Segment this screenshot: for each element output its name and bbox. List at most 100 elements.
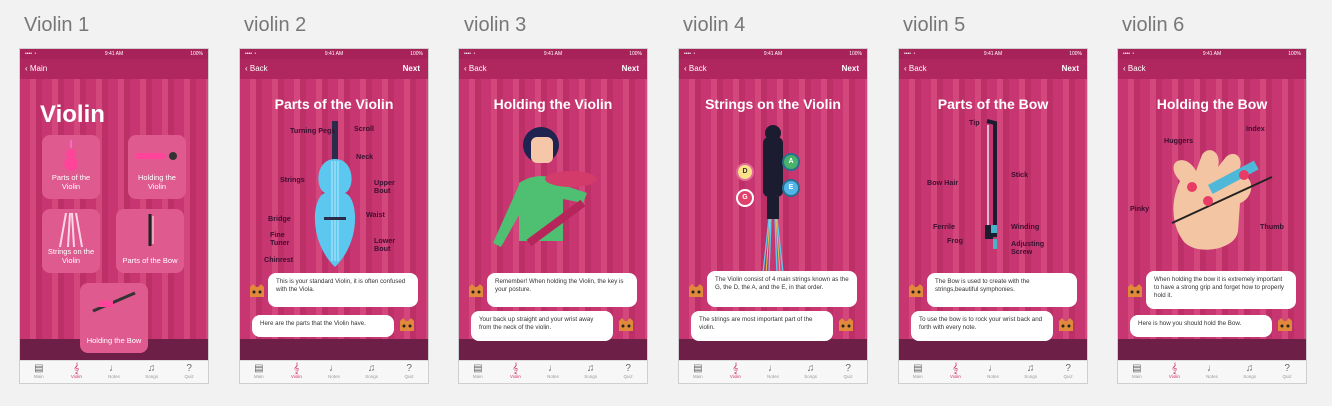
back-button[interactable]: ‹ Back: [1123, 64, 1146, 73]
violin-tab-icon: 𝄞: [952, 363, 959, 374]
tab-main[interactable]: ▤ Main: [459, 361, 497, 383]
note-d-badge[interactable]: D: [736, 163, 754, 181]
tab-quiz[interactable]: ? Quiz: [1049, 361, 1087, 383]
note-g-badge[interactable]: G: [736, 189, 754, 207]
tab-quiz[interactable]: ? Quiz: [390, 361, 428, 383]
tab-label: Violin: [70, 374, 82, 379]
tab-songs[interactable]: ♫ Songs: [133, 361, 171, 383]
tab-label: Quiz: [1282, 374, 1292, 379]
violin-tab-icon: 𝄞: [512, 363, 519, 374]
back-button[interactable]: ‹ Back: [684, 64, 707, 73]
note-a-badge[interactable]: A: [782, 153, 800, 171]
tile-label: Parts of the Bow: [122, 256, 178, 265]
tab-quiz[interactable]: ? Quiz: [829, 361, 867, 383]
tab-quiz[interactable]: ? Quiz: [609, 361, 647, 383]
screen-holding-violin: Holding the Violin Remember! When holdin…: [458, 48, 648, 384]
tab-label: Notes: [1206, 374, 1218, 379]
tab-label: Quiz: [623, 374, 633, 379]
music-icon: ♫: [367, 363, 376, 374]
tile-holding-violin[interactable]: Holding the Violin: [128, 135, 186, 199]
next-button[interactable]: Next: [1062, 64, 1079, 73]
cat-mascot-icon: [469, 284, 483, 297]
tab-violin[interactable]: 𝄞 Violin: [58, 361, 96, 383]
label-strings: Strings: [280, 175, 305, 184]
tab-bar: ▤ Main 𝄞 Violin ♩ Notes ♫ Songs ? Quiz: [679, 360, 867, 383]
tile-holding-bow[interactable]: Holding the Bow: [80, 283, 148, 353]
tab-label: Songs: [365, 374, 378, 379]
label-neck: Neck: [356, 152, 374, 161]
tab-bar: ▤ Main 𝄞 Violin ♩ Notes ♫ Songs ? Quiz: [899, 360, 1087, 383]
tab-quiz[interactable]: ? Quiz: [170, 361, 208, 383]
question-icon: ?: [1284, 363, 1290, 374]
page-indicator[interactable]: ● ● ● ● ●: [1118, 329, 1306, 335]
next-button[interactable]: Next: [622, 64, 639, 73]
page-indicator[interactable]: ● ● ● ● ●: [899, 329, 1087, 335]
note-e-badge[interactable]: E: [782, 179, 800, 197]
back-button[interactable]: ‹ Back: [464, 64, 487, 73]
question-icon: ?: [1065, 363, 1071, 374]
tab-notes[interactable]: ♩ Notes: [974, 361, 1012, 383]
tab-label: Main: [33, 374, 44, 379]
tab-songs[interactable]: ♫ Songs: [572, 361, 610, 383]
tab-main[interactable]: ▤ Main: [899, 361, 937, 383]
tile-parts-of-violin[interactable]: Parts of the Violin: [42, 135, 100, 199]
tab-main[interactable]: ▤ Main: [20, 361, 58, 383]
page-title: Parts of the Violin: [274, 96, 394, 112]
stage-floor: [1118, 339, 1306, 361]
nav-bar: ‹ Back: [1118, 59, 1306, 79]
nav-bar: ‹ Back Next: [459, 59, 647, 79]
tab-notes[interactable]: ♩ Notes: [754, 361, 792, 383]
tab-notes[interactable]: ♩ Notes: [95, 361, 133, 383]
page-indicator[interactable]: ● ● ● ● ●: [679, 329, 867, 335]
next-button[interactable]: Next: [842, 64, 859, 73]
tab-violin[interactable]: 𝄞 Violin: [497, 361, 535, 383]
note-icon: ♩: [108, 363, 119, 374]
speech-bubble: Your back up straight and your wrist awa…: [471, 311, 613, 341]
back-label: Back: [468, 64, 487, 73]
page-title: Holding the Bow: [1156, 96, 1268, 112]
tab-songs[interactable]: ♫ Songs: [1012, 361, 1050, 383]
curtain-background: Violin Parts of the Violin Holding the V…: [20, 49, 208, 361]
tab-main[interactable]: ▤ Main: [679, 361, 717, 383]
tab-main[interactable]: ▤ Main: [1118, 361, 1156, 383]
tab-notes[interactable]: ♩ Notes: [1193, 361, 1231, 383]
status-time: 9:41 AM: [763, 51, 783, 57]
tab-violin[interactable]: 𝄞 Violin: [717, 361, 755, 383]
main-back-button[interactable]: ‹ Main: [25, 64, 47, 73]
music-icon: ♫: [586, 363, 595, 374]
back-button[interactable]: ‹ Back: [904, 64, 927, 73]
next-button[interactable]: Next: [403, 64, 420, 73]
tab-bar: ▤ Main 𝄞 Violin ♩ Notes ♫ Songs ? Quiz: [1118, 360, 1306, 383]
label-bow-hair: Bow Hair: [927, 178, 959, 187]
curtain-background: Parts of the Bow Tip Bow Hair Stick Ferr…: [899, 49, 1087, 361]
tab-violin[interactable]: 𝄞 Violin: [1156, 361, 1194, 383]
tab-label: Songs: [1243, 374, 1256, 379]
label-stick: Stick: [1011, 170, 1029, 179]
tab-label: Violin: [729, 374, 741, 379]
status-time: 9:41 AM: [543, 51, 563, 57]
back-button[interactable]: ‹ Back: [245, 64, 268, 73]
stage-floor: [459, 339, 647, 361]
tile-parts-of-bow[interactable]: Parts of the Bow: [116, 209, 184, 273]
page-indicator[interactable]: ● ● ● ● ●: [240, 329, 428, 335]
battery-icon: 100%: [1069, 51, 1082, 57]
tab-songs[interactable]: ♫ Songs: [792, 361, 830, 383]
tab-violin[interactable]: 𝄞 Violin: [278, 361, 316, 383]
cat-mascot-icon: [909, 284, 923, 297]
tab-quiz[interactable]: ? Quiz: [1268, 361, 1306, 383]
label-winding: Winding: [1011, 222, 1040, 231]
note-icon: ♩: [1206, 363, 1217, 374]
label-lower-bout: Lower Bout: [374, 236, 396, 253]
page-indicator[interactable]: ● ● ● ● ●: [459, 329, 647, 335]
violin-tab-icon: 𝄞: [1171, 363, 1178, 374]
tab-main[interactable]: ▤ Main: [240, 361, 278, 383]
tab-label: Notes: [767, 374, 779, 379]
status-bar: •••• ◔ 9:41 AM 100%: [899, 49, 1087, 59]
tab-songs[interactable]: ♫ Songs: [353, 361, 391, 383]
tab-violin[interactable]: 𝄞 Violin: [937, 361, 975, 383]
tab-notes[interactable]: ♩ Notes: [534, 361, 572, 383]
tile-strings-on-violin[interactable]: Strings on the Violin: [42, 209, 100, 273]
tab-notes[interactable]: ♩ Notes: [315, 361, 353, 383]
tab-songs[interactable]: ♫ Songs: [1231, 361, 1269, 383]
status-bar: •••• ◔ 9:41 AM 100%: [20, 49, 208, 59]
